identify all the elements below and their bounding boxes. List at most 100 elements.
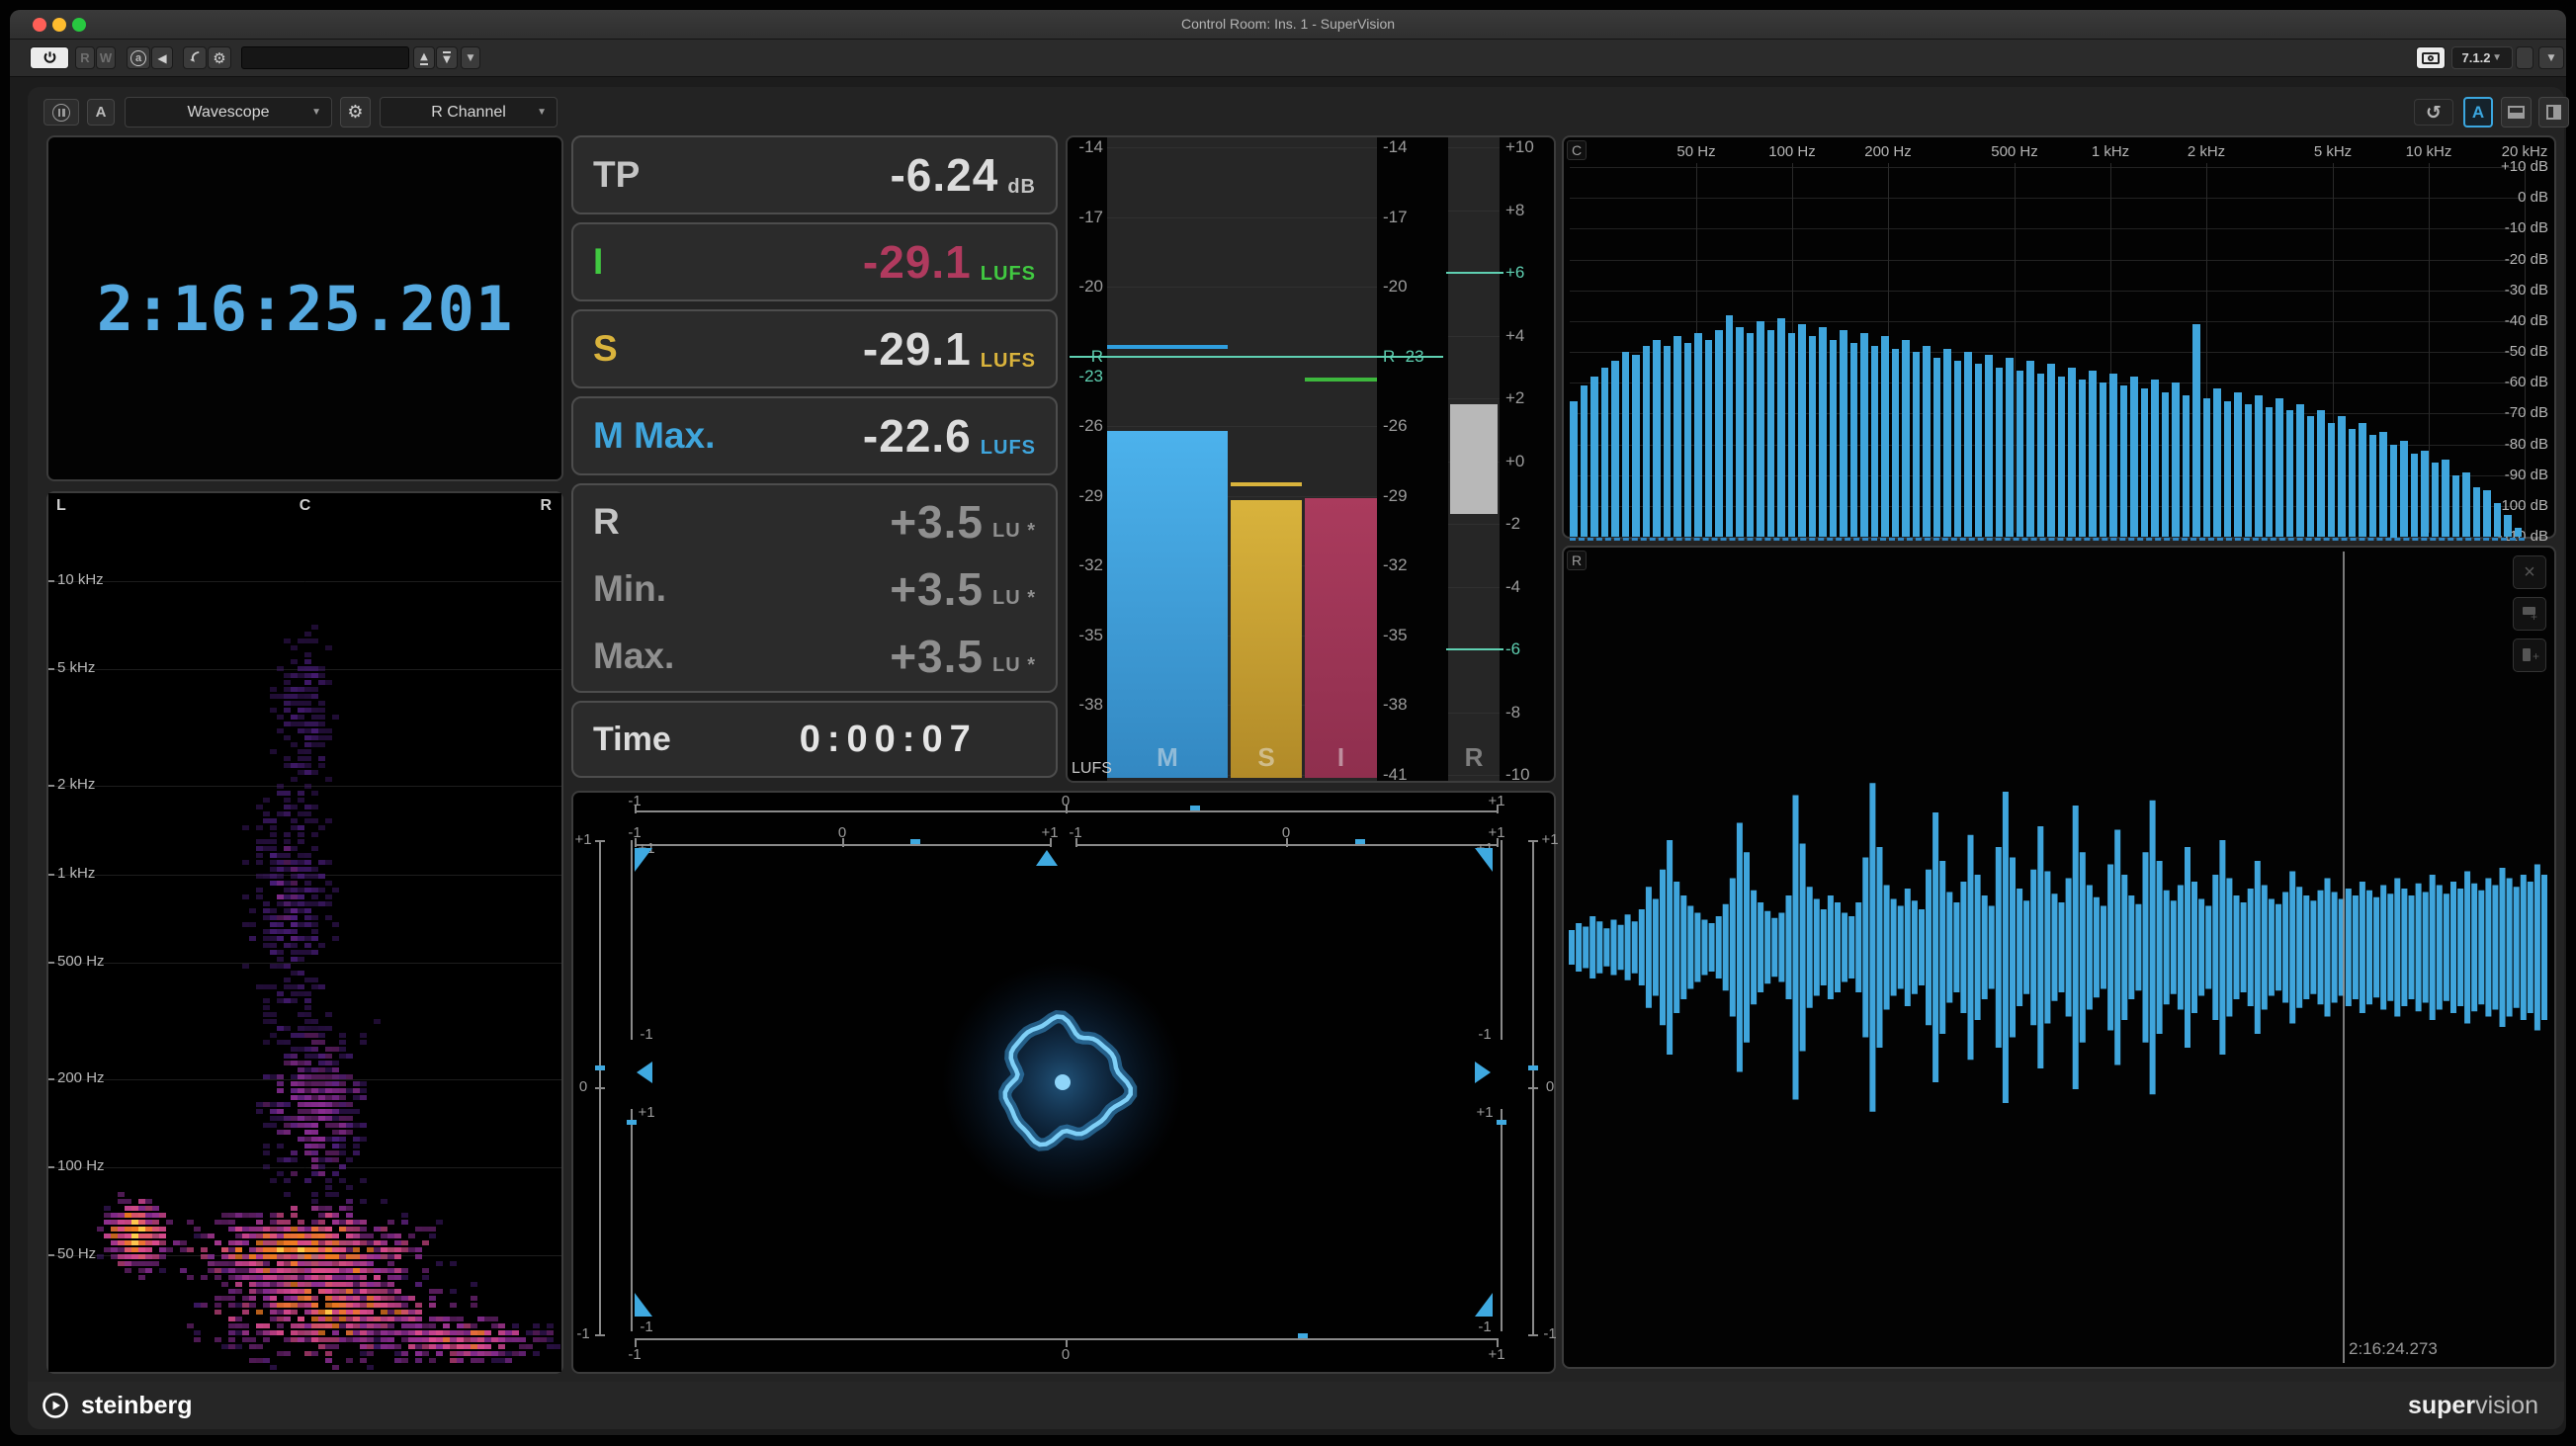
module-settings-button[interactable]: ⚙ [340,97,371,128]
previous-preset-button[interactable]: ▲ [413,46,435,69]
reset-button[interactable]: ↻ [2414,99,2453,126]
meter-bar-label-i: I [1305,742,1377,773]
ab-compare-button-left[interactable]: A [87,99,115,126]
zoom-vertical-button[interactable]: + [2513,597,2546,631]
top-right-handle[interactable] [1475,848,1493,872]
spectrum-bar [1726,315,1734,537]
lu-scale-label: -4 [1505,577,1553,597]
layout-horizontal-split-button[interactable] [2501,97,2532,128]
wavescope-freq-tick [48,1166,54,1168]
camera-icon [2422,52,2440,64]
plugin-settings-button[interactable]: ⚙ [208,46,231,69]
preset-name-field[interactable] [241,46,409,69]
waveform-channel-tab[interactable]: R [1567,551,1587,570]
loudness-numeric-column: TP-6.24dB I-29.1LUFS S-29.1LUFS M Max.-2… [571,135,1058,783]
phasescope-module: -10+1-10+1-10+1-10+1+10-1+1-1+1-1+10-1+1… [571,791,1556,1374]
freq-axis-label: 100 Hz [1753,143,1832,160]
wavescope-freq-label: 2 kHz [57,776,95,793]
top-center-handle[interactable] [1036,850,1058,866]
bottom-right-handle[interactable] [1475,1293,1493,1317]
db-axis-label: -40 dB [2453,312,2548,329]
spectrum-bar [1622,352,1630,537]
supervision-wordmark-bold: super [2408,1392,2475,1419]
db-axis-label: 0 dB [2453,189,2548,206]
upper-left-ruler-marker [910,839,920,844]
spectrum-bar [1715,330,1723,537]
spectrum-bar [1809,336,1817,537]
channel-config-select[interactable]: 7.1.2 ▼ [2451,46,2513,69]
steinberg-logo-icon [42,1392,69,1419]
insert-bypass-button[interactable] [183,46,207,69]
integrated-panel: I-29.1LUFS [571,222,1058,301]
playback-cursor[interactable] [2343,552,2345,1363]
lufs-scale-label-left: -26 [1068,416,1103,436]
min-label: Min. [593,568,666,610]
spectrum-bar [1705,340,1713,537]
db-axis-label: -70 dB [2453,404,2548,421]
freq-axis-label: 50 Hz [1657,143,1736,160]
spectrum-bar [1892,349,1900,537]
lufs-unit-label: LUFS [1072,760,1112,778]
automation-circle-button[interactable]: a [127,46,150,69]
lu-scale-label: +4 [1505,326,1553,346]
lufs-scale-label-right: -17 [1383,208,1442,227]
snapshot-button[interactable] [2416,46,2446,69]
read-automation-button[interactable]: R [75,46,95,69]
bottom-left-handle[interactable] [635,1293,652,1317]
write-automation-button[interactable]: W [96,46,116,69]
next-preset-button[interactable]: ▼ [436,46,458,69]
spectrum-bar [2192,324,2200,537]
pause-button[interactable] [43,99,79,126]
spectrum-bar [2255,395,2263,537]
screenshot-root: Control Room: Ins. 1 - SuperVision R W a… [0,0,2576,1446]
switch-ab-button[interactable]: ◀ [151,46,173,69]
spectrum-bar [2130,377,2138,537]
left-center-handle[interactable] [637,1062,652,1083]
lufs-scale-label-right: -38 [1383,695,1442,715]
left-inner-label: +1 [627,1104,666,1121]
waveform-path [1572,783,2544,1112]
spectrum-bar [1860,333,1868,537]
meter-peak-m [1107,345,1228,349]
spectrum-bar [2328,423,2336,537]
channel-select[interactable]: R Channel ▼ [380,97,558,128]
spacer-button[interactable] [2516,46,2533,69]
top-left-handle[interactable] [635,848,652,872]
spectrum-bar [2245,404,2253,537]
db-axis-label: +10 dB [2453,158,2548,175]
spectrum-bar [2462,472,2470,537]
lufs-scale-label-left: -29 [1068,486,1103,506]
spectrum-analyzer: 50 Hz100 Hz200 Hz500 Hz1 kHz2 kHz5 kHz10… [1564,137,2554,537]
meter-marker-i [1305,378,1377,382]
spectrum-bar [1611,361,1619,537]
range-panel: R+3.5LU * Min.+3.5LU * Max.+3.5LU * [571,483,1058,693]
zoom-horizontal-icon: + [2522,647,2537,663]
layout-vertical-split-button[interactable] [2538,97,2569,128]
close-overlay-button[interactable]: × [2513,555,2546,589]
freq-axis-label: 200 Hz [1848,143,1928,160]
lu-scale-label: +10 [1505,137,1553,157]
right-center-handle[interactable] [1475,1062,1491,1083]
r-meter-teal-mark [1446,272,1503,274]
spectrum-channel-tab[interactable]: C [1567,140,1587,160]
wavescope-freq-tick [48,668,54,670]
spectrum-bar [2359,423,2366,537]
spectrum-bar [1674,336,1681,537]
upper-right-ruler-label: 0 [1266,824,1306,841]
target-line [1070,356,1443,358]
lufs-scale-label-left: -32 [1068,555,1103,575]
module-select[interactable]: Wavescope ▼ [125,97,332,128]
supervision-wordmark: supervision [2408,1392,2538,1420]
auto-scale-button[interactable]: A [2463,97,2493,128]
spectrum-bar [1653,340,1661,537]
lufs-scale-label-right: -29 [1383,486,1442,506]
top-ruler-label: +1 [1477,793,1516,809]
function-menu-button[interactable]: ▼ [2538,46,2564,69]
wavescope-freq-tick [48,962,54,964]
zoom-horizontal-button[interactable]: + [2513,638,2546,672]
preset-menu-button[interactable]: ▼ [461,46,480,69]
wavescope-freq-tick [48,785,54,787]
bypass-power-button[interactable] [30,46,69,69]
lu-gridline [1448,211,1500,212]
max-unit: LU * [992,654,1036,677]
